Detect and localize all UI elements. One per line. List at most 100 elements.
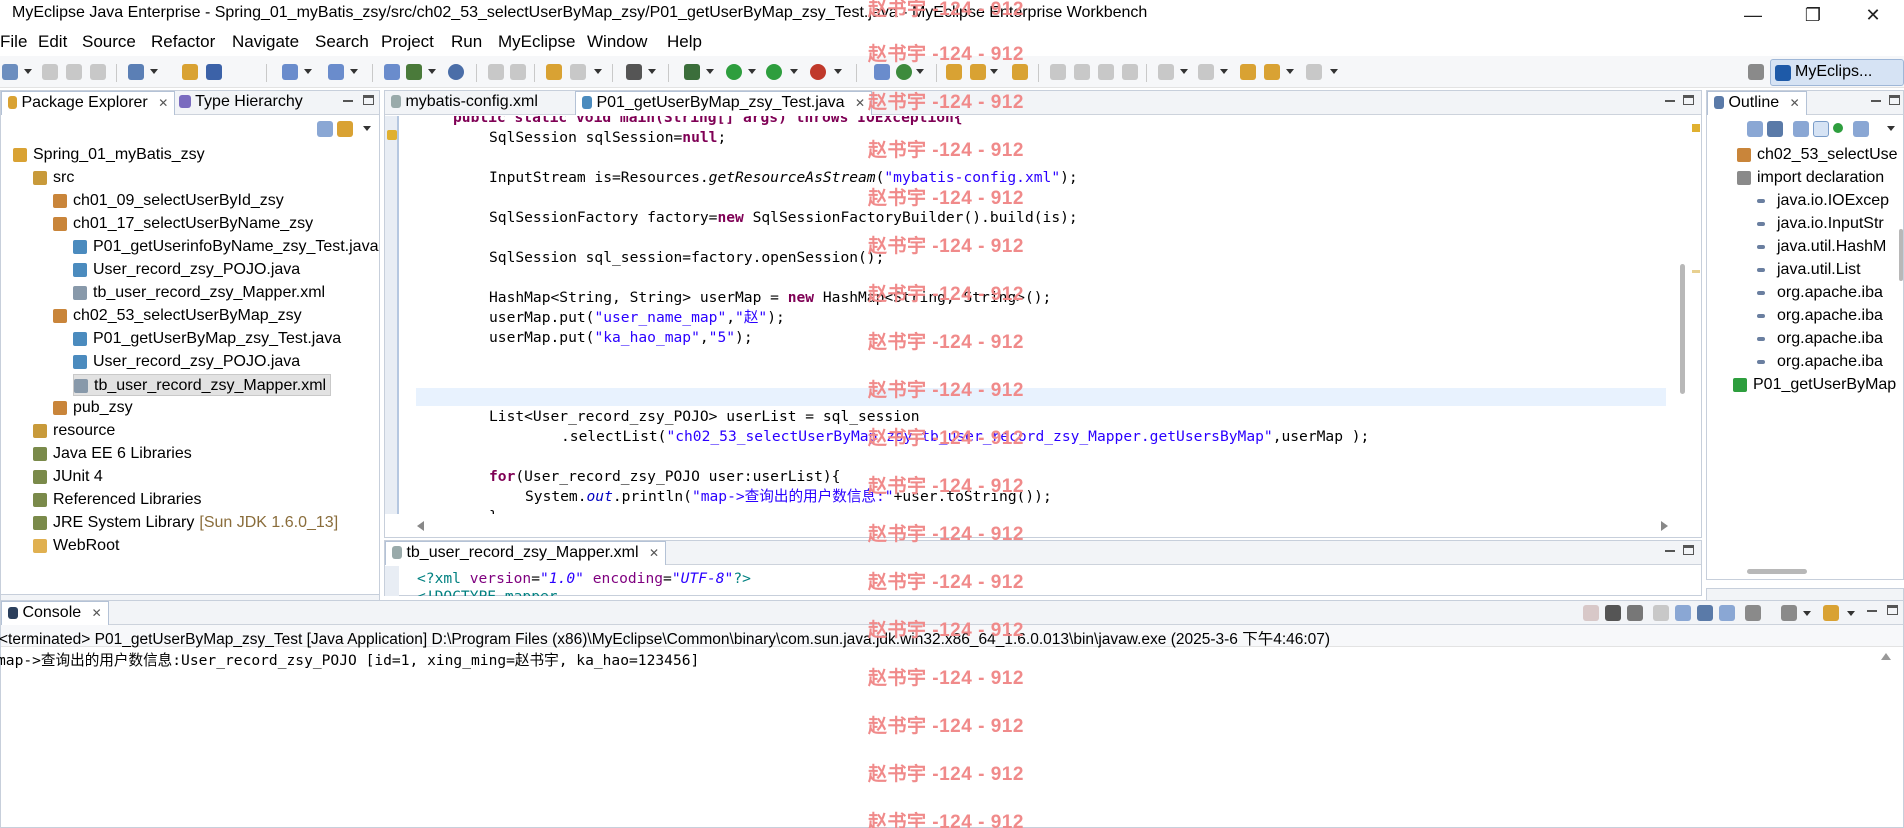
close-icon[interactable]: ✕ <box>158 96 168 110</box>
web-service-icon[interactable] <box>282 64 298 80</box>
collapse-all-icon[interactable] <box>317 121 333 137</box>
back-arrow-icon[interactable] <box>1264 64 1280 80</box>
outline-item[interactable]: import declaration <box>1737 167 1884 189</box>
open-console-icon[interactable] <box>1823 605 1839 621</box>
outline-item[interactable]: P01_getUserByMap <box>1733 374 1896 396</box>
deploy-icon[interactable] <box>182 64 198 80</box>
open-type-icon[interactable] <box>384 64 400 80</box>
tree-item[interactable]: P01_getUserinfoByName_zsy_Test.java <box>73 236 378 258</box>
editor-horizontal-scrollbar[interactable] <box>399 517 1671 535</box>
server-icon[interactable] <box>206 64 222 80</box>
forward-history-icon[interactable] <box>510 64 526 80</box>
open-perspective-icon[interactable] <box>874 64 890 80</box>
chevron-down-icon[interactable] <box>304 69 312 74</box>
chevron-down-icon[interactable] <box>748 69 756 74</box>
scrollbar-thumb[interactable] <box>1680 264 1685 394</box>
marker-icon[interactable] <box>1012 64 1028 80</box>
scroll-left-icon[interactable] <box>417 521 424 531</box>
chevron-down-icon[interactable] <box>916 69 924 74</box>
open-perspective-button-icon[interactable] <box>1748 64 1764 80</box>
tree-item[interactable]: WebRoot <box>33 535 119 557</box>
outline-item[interactable]: java.io.IOExcep <box>1757 190 1889 212</box>
minimize-view-button[interactable] <box>1665 545 1677 556</box>
tab-console[interactable]: Console ✕ <box>1 601 109 625</box>
chevron-down-icon[interactable] <box>24 69 32 74</box>
tab-p01-getuserbymap[interactable]: P01_getUserByMap_zsy_Test.java ✕ <box>575 91 873 115</box>
chevron-down-icon[interactable] <box>1803 611 1811 616</box>
chevron-down-icon[interactable] <box>790 69 798 74</box>
maximize-view-button[interactable] <box>1889 95 1901 106</box>
outline-item[interactable]: java.util.HashM <box>1757 236 1886 258</box>
globe-icon[interactable] <box>448 64 464 80</box>
run-icon[interactable] <box>726 64 742 80</box>
next-annotation-icon[interactable] <box>1158 64 1174 80</box>
save-icon[interactable] <box>42 64 58 80</box>
hide-static-icon[interactable] <box>1813 121 1829 137</box>
tree-item[interactable]: resource <box>33 420 115 442</box>
maximize-view-button[interactable] <box>363 95 375 106</box>
menu-myeclipse[interactable]: MyEclipse <box>498 32 575 52</box>
tree-item[interactable]: ch01_17_selectUserByName_zsy <box>53 213 313 235</box>
chevron-down-icon[interactable] <box>1286 69 1294 74</box>
minimize-view-button[interactable] <box>1867 605 1879 616</box>
tab-tb-user-record-mapper[interactable]: tb_user_record_zsy_Mapper.xml ✕ <box>385 541 667 565</box>
tree-item[interactable]: Spring_01_myBatis_zsy <box>13 144 205 166</box>
show-whitespace-icon[interactable] <box>1122 64 1138 80</box>
tree-item[interactable]: ch01_09_selectUserById_zsy <box>53 190 284 212</box>
menu-navigate[interactable]: Navigate <box>232 32 299 52</box>
chevron-down-icon[interactable] <box>350 69 358 74</box>
outline-item[interactable]: ch02_53_selectUse <box>1737 144 1898 166</box>
terminate-icon[interactable] <box>1583 605 1599 621</box>
close-button[interactable]: ✕ <box>1850 2 1896 28</box>
remove-all-icon[interactable] <box>1627 605 1643 621</box>
xml-code-area[interactable]: <?xml version="1.0" encoding="UTF-8"?> <… <box>385 566 1701 596</box>
close-icon[interactable]: ✕ <box>92 606 102 620</box>
prev-annotation-icon[interactable] <box>1198 64 1214 80</box>
show-on-output-icon[interactable] <box>1697 605 1713 621</box>
menu-window[interactable]: Window <box>587 32 647 52</box>
pin-icon[interactable] <box>1050 64 1066 80</box>
chevron-down-icon[interactable] <box>150 69 158 74</box>
maximize-button[interactable]: ❐ <box>1790 2 1836 28</box>
link-with-editor-icon[interactable] <box>337 121 353 137</box>
chevron-down-icon[interactable] <box>428 69 436 74</box>
show-on-error-icon[interactable] <box>1719 605 1735 621</box>
pin-console-icon[interactable] <box>1745 605 1761 621</box>
scroll-right-icon[interactable] <box>1661 521 1668 531</box>
chevron-down-icon[interactable] <box>1180 69 1188 74</box>
view-menu-icon[interactable] <box>1887 126 1895 131</box>
overview-occurrence-marker[interactable] <box>1692 270 1700 273</box>
close-icon[interactable]: ✕ <box>1790 96 1800 110</box>
tree-item[interactable]: P01_getUserByMap_zsy_Test.java <box>73 328 341 350</box>
tree-item[interactable]: pub_zsy <box>53 397 133 419</box>
tree-item[interactable]: JUnit 4 <box>33 466 103 488</box>
scroll-lock-icon[interactable] <box>1653 605 1669 621</box>
menu-search[interactable]: Search <box>315 32 369 52</box>
back-history-icon[interactable] <box>488 64 504 80</box>
maximize-view-button[interactable] <box>1887 605 1899 616</box>
outline-vertical-scrollbar-thumb[interactable] <box>1899 229 1903 281</box>
editor-vertical-scrollbar[interactable] <box>1673 116 1701 514</box>
menu-project[interactable]: Project <box>381 32 434 52</box>
console-output[interactable]: map->查询出的用户数信息:User_record_zsy_POJO [id=… <box>0 649 699 670</box>
hide-fields-icon[interactable] <box>1793 121 1809 137</box>
menu-run[interactable]: Run <box>451 32 482 52</box>
menu-source[interactable]: Source <box>82 32 136 52</box>
close-icon[interactable]: ✕ <box>649 546 659 560</box>
save-all-icon[interactable] <box>66 64 82 80</box>
annotation-icon[interactable] <box>946 64 962 80</box>
perspective-switcher[interactable]: MyEclips... <box>1770 59 1904 86</box>
chevron-down-icon[interactable] <box>706 69 714 74</box>
last-edit-icon[interactable] <box>1240 64 1256 80</box>
close-icon[interactable]: ✕ <box>855 96 865 110</box>
outline-item[interactable]: java.io.InputStr <box>1757 213 1884 235</box>
menu-file[interactable]: File <box>0 32 27 52</box>
tree-item[interactable]: tb_user_record_zsy_Mapper.xml <box>73 374 332 396</box>
tab-mybatis-config[interactable]: mybatis-config.xml <box>385 91 544 115</box>
sort-icon[interactable] <box>1767 121 1783 137</box>
outline-item[interactable]: org.apache.iba <box>1757 328 1883 350</box>
debug-icon[interactable] <box>684 64 700 80</box>
run-server-icon[interactable] <box>766 64 782 80</box>
code-area[interactable]: public static void main(String[] args) t… <box>385 116 1670 514</box>
outline-item[interactable]: org.apache.iba <box>1757 282 1883 304</box>
